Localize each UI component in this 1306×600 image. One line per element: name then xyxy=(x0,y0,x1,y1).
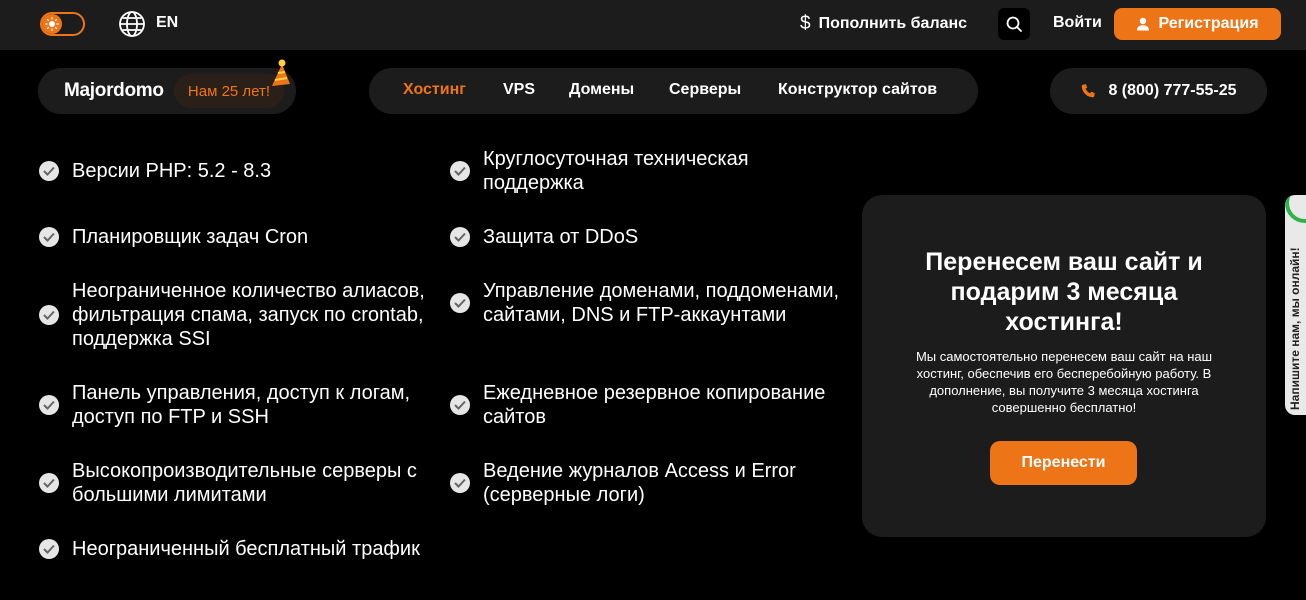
check-icon xyxy=(39,473,59,493)
check-icon xyxy=(39,227,59,247)
login-link[interactable]: Войти xyxy=(1053,14,1102,32)
search-icon xyxy=(1006,16,1022,32)
feature-item: Панель управления, доступ к логам, досту… xyxy=(39,381,429,429)
feature-text: Панель управления, доступ к логам, досту… xyxy=(72,382,411,428)
chat-tab-label: Напишите нам, мы онлайн! xyxy=(1288,247,1302,410)
feature-item: Неограниченное количество алиасов, фильт… xyxy=(39,279,429,351)
nav-item-servers[interactable]: Серверы xyxy=(669,81,741,99)
theme-toggle[interactable] xyxy=(40,12,85,36)
check-icon xyxy=(39,161,59,181)
feature-item: Высокопроизводительные серверы с большим… xyxy=(39,459,429,507)
topup-label: Пополнить баланс xyxy=(818,15,968,32)
nav-item-vps[interactable]: VPS xyxy=(503,81,535,99)
feature-item: Неограниченный бесплатный трафик xyxy=(39,537,429,561)
migration-promo-card: Перенесем ваш сайт и подарим 3 месяца хо… xyxy=(862,195,1266,537)
check-icon xyxy=(39,395,59,415)
check-icon xyxy=(450,395,470,415)
globe-icon[interactable] xyxy=(118,10,146,38)
main-nav: Хостинг VPS Домены Серверы Конструктор с… xyxy=(369,68,978,114)
promo-title: Перенесем ваш сайт и подарим 3 месяца хо… xyxy=(925,248,1203,336)
top-bar: EN $ Пополнить баланс Войти Регистрация xyxy=(0,0,1306,50)
nav-item-hosting[interactable]: Хостинг xyxy=(403,81,466,99)
check-icon xyxy=(39,305,59,325)
search-button[interactable] xyxy=(998,8,1030,40)
sun-icon xyxy=(42,14,62,34)
check-icon xyxy=(39,539,59,559)
majordomo-logo[interactable]: Majordomo xyxy=(64,80,164,102)
feature-item: Ведение журналов Access и Error (серверн… xyxy=(450,459,840,507)
nav-item-site-builder[interactable]: Конструктор сайтов xyxy=(778,81,937,99)
phone-icon xyxy=(1082,84,1096,98)
feature-item: Планировщик задач Cron xyxy=(39,225,429,249)
feature-item: Ежедневное резервное копирование сайтов xyxy=(450,381,840,429)
phone-number: 8 (800) 777-55-25 xyxy=(1108,82,1237,99)
brand-block: Majordomo Нам 25 лет! xyxy=(38,59,296,114)
feature-text: Неограниченное количество алиасов, фильт… xyxy=(72,280,425,350)
feature-item: Защита от DDoS xyxy=(450,225,840,249)
topup-balance-link[interactable]: $ Пополнить баланс xyxy=(800,12,967,36)
register-label: Регистрация xyxy=(1158,15,1259,32)
feature-item: Версии PHP: 5.2 - 8.3 xyxy=(39,159,429,183)
party-hat-icon xyxy=(272,59,290,86)
migrate-button[interactable]: Перенести xyxy=(990,441,1137,485)
feature-text: Круглосуточная техническая поддержка xyxy=(483,148,749,194)
feature-text: Высокопроизводительные серверы с большим… xyxy=(72,460,417,506)
feature-text: Защита от DDoS xyxy=(483,226,639,248)
language-switcher[interactable]: EN xyxy=(156,14,178,32)
check-icon xyxy=(450,161,470,181)
feature-item: Круглосуточная техническая поддержка xyxy=(450,147,840,195)
promo-description: Мы самостоятельно перенесем ваш сайт на … xyxy=(915,349,1213,415)
register-button[interactable]: Регистрация xyxy=(1114,8,1281,40)
feature-text: Планировщик задач Cron xyxy=(72,226,309,248)
check-icon xyxy=(450,293,470,313)
user-icon xyxy=(1137,17,1150,31)
nav-item-domains[interactable]: Домены xyxy=(569,81,634,99)
feature-text: Версии PHP: 5.2 - 8.3 xyxy=(72,160,272,182)
feature-item: Управление доменами, поддоменами, сайтам… xyxy=(450,279,840,327)
phone-contact[interactable]: 8 (800) 777-55-25 xyxy=(1050,68,1267,114)
feature-text: Управление доменами, поддоменами, сайтам… xyxy=(483,280,840,326)
dollar-icon: $ xyxy=(800,13,811,34)
feature-text: Ежедневное резервное копирование сайтов xyxy=(483,382,826,428)
check-icon xyxy=(450,227,470,247)
online-indicator-icon xyxy=(1285,195,1306,223)
check-icon xyxy=(450,473,470,493)
feature-text: Неограниченный бесплатный трафик xyxy=(72,538,420,560)
anniversary-badge-label: Нам 25 лет! xyxy=(187,82,271,100)
feature-text: Ведение журналов Access и Error (серверн… xyxy=(483,460,796,506)
chat-side-tab[interactable]: Напишите нам, мы онлайн! xyxy=(1285,195,1306,415)
